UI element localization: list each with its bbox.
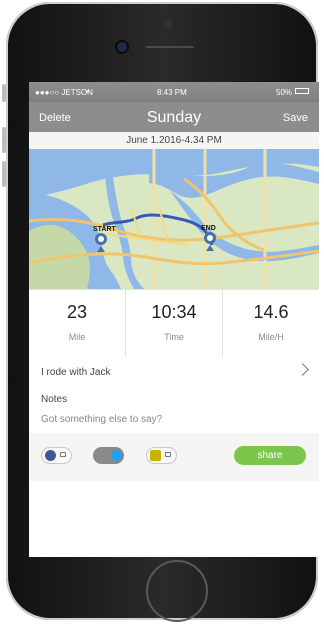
time-unit: Time [164, 332, 184, 342]
instagram-toggle[interactable] [146, 447, 177, 464]
route-map[interactable]: START END [29, 149, 319, 289]
lock-icon [165, 452, 171, 457]
screen: ●●●○○ JETSON ⌁ 8:43 PM 50% Delete Sunday… [29, 82, 319, 557]
volume-up-button [2, 127, 6, 153]
time-value: 10:34 [151, 302, 197, 322]
notes-heading: Notes [41, 394, 68, 405]
battery-icon [295, 88, 309, 94]
start-label: START [93, 226, 117, 233]
time-stat: 10:34 Time [125, 290, 222, 358]
home-button[interactable] [146, 560, 208, 622]
speed-stat: 14.6 Mile/H [222, 290, 319, 358]
distance-value: 23 [66, 302, 88, 322]
save-button[interactable]: Save [283, 112, 308, 124]
speed-unit: Mile/H [258, 332, 284, 342]
twitter-icon [111, 450, 122, 461]
facebook-icon [45, 450, 56, 461]
twitter-toggle[interactable] [93, 447, 124, 464]
speaker-grille [146, 46, 194, 48]
ride-date: June 1.2016-4.34 PM [126, 135, 222, 146]
share-row: share [29, 433, 319, 482]
lock-icon [60, 452, 66, 457]
battery-label: 50% [276, 88, 293, 97]
mute-switch [2, 84, 6, 102]
end-label: END [201, 225, 216, 232]
companion-row[interactable]: I rode with Jack [29, 357, 319, 388]
companion-text: I rode with Jack [41, 367, 111, 378]
status-bar: ●●●○○ JETSON ⌁ 8:43 PM 50% [29, 82, 319, 102]
nav-bar: Delete Sunday Save [29, 102, 319, 132]
page-title: Sunday [146, 109, 202, 126]
clock: 8:43 PM [157, 88, 187, 97]
blank-area [29, 481, 319, 557]
share-button[interactable]: share [234, 446, 306, 465]
camera-dot [164, 20, 172, 28]
stats-panel: 23 Mile 10:34 Time 14.6 Mile/H [29, 289, 319, 359]
speed-value: 14.6 [253, 302, 289, 322]
volume-down-button [2, 161, 6, 187]
phone-frame: ●●●○○ JETSON ⌁ 8:43 PM 50% Delete Sunday… [6, 2, 319, 622]
front-camera [117, 42, 127, 52]
instagram-icon [150, 450, 161, 461]
notes-section[interactable]: Notes Got something else to say? [29, 387, 319, 434]
map-canvas: START END [29, 149, 319, 289]
chevron-right-icon [296, 363, 309, 376]
wifi-icon: ⌁ [85, 87, 90, 96]
notes-input[interactable]: Got something else to say? [41, 414, 162, 425]
distance-stat: 23 Mile [29, 290, 125, 358]
distance-unit: Mile [68, 332, 86, 342]
facebook-toggle[interactable] [41, 447, 72, 464]
